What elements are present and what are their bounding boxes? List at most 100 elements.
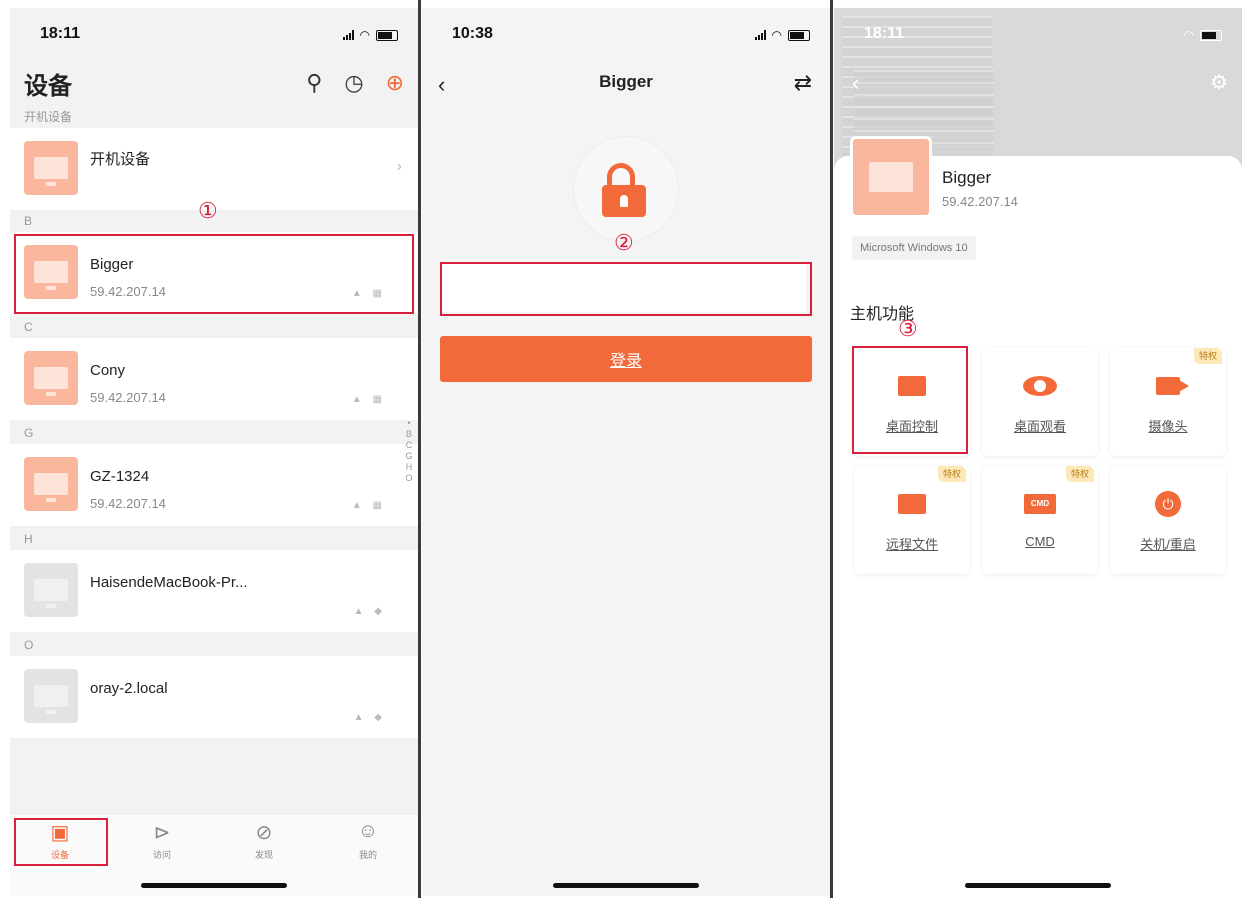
function-label: CMD	[1025, 534, 1055, 549]
header-actions: ⚲ ◷ ⊕	[306, 70, 404, 96]
profile-icon: ☺	[357, 820, 379, 842]
back-icon[interactable]: ‹	[852, 70, 859, 96]
home-indicator	[141, 883, 287, 888]
tab-visit[interactable]: ⊳ 访问	[132, 820, 192, 861]
function-label: 远程文件	[885, 537, 938, 552]
settings-icon[interactable]: ⚙	[1210, 70, 1228, 95]
function-label: 关机/重启	[1140, 537, 1196, 552]
device-name: GZ-1324	[90, 468, 150, 485]
tab-discover[interactable]: ⊘ 发现	[234, 820, 294, 861]
devices-screen: 18:11 ◠ 设备 ⚲ ◷ ⊕ 开机设备 开机设备 › B Bigger 59…	[10, 8, 418, 896]
add-icon[interactable]: ⊕	[386, 70, 404, 96]
folder-icon	[894, 490, 930, 518]
tab-bar: ▣ 设备 ⊳ 访问 ⊘ 发现 ☺ 我的	[10, 813, 418, 896]
camera-icon	[1150, 372, 1189, 400]
status-time: 18:11	[864, 25, 905, 42]
function-label: 桌面观看	[1013, 419, 1066, 434]
windows-icon: ▲ ▦	[351, 500, 386, 511]
privilege-badge: 特权	[1065, 466, 1094, 482]
alpha-dot[interactable]: •	[404, 418, 414, 429]
alpha-c[interactable]: C	[404, 440, 414, 451]
monitor-icon	[24, 563, 78, 617]
keyhole-icon	[620, 195, 628, 207]
section-label-boot: 开机设备	[10, 106, 418, 128]
compass-icon: ⊘	[255, 822, 273, 844]
tab-label: 发现	[254, 850, 273, 860]
alphabet-index[interactable]: • B C G H O	[404, 418, 414, 484]
function-remote-files[interactable]: 特权 远程文件	[854, 466, 970, 574]
function-desktop-view[interactable]: 桌面观看	[982, 348, 1098, 456]
section-letter: O	[10, 634, 418, 656]
tab-label: 我的	[358, 850, 377, 860]
signal-icon	[754, 30, 766, 40]
battery-icon	[1200, 29, 1222, 41]
device-ip: 59.42.207.14	[90, 390, 166, 405]
section-letter: C	[10, 316, 418, 338]
status-bar: 18:11 ◠	[10, 8, 418, 60]
device-name: Cony	[90, 362, 126, 379]
login-screen: 10:38 ◠ ‹ Bigger ⇄ ② 登录	[422, 8, 830, 896]
divider	[418, 0, 421, 898]
function-power[interactable]: ⏻ 关机/重启	[1110, 466, 1226, 574]
step-marker-1: ①	[198, 198, 218, 223]
device-name: HaisendeMacBook-Pr...	[90, 574, 248, 591]
highlight-box-3	[852, 346, 968, 454]
device-name: Bigger	[942, 168, 992, 187]
history-icon[interactable]: ◷	[344, 70, 363, 96]
status-bar: 18:11 ◠	[834, 8, 1242, 60]
highlight-box-tab	[14, 818, 108, 866]
apple-icon: ▲ ◆	[353, 712, 386, 723]
status-icons: ◠	[754, 28, 810, 42]
power-device-thumb	[24, 141, 78, 195]
signal-icon	[342, 30, 354, 40]
alpha-g[interactable]: G	[404, 451, 414, 462]
function-cmd[interactable]: 特权 CMD CMD	[982, 466, 1098, 574]
alpha-h[interactable]: H	[404, 462, 414, 473]
highlight-box-1	[14, 234, 414, 314]
wifi-icon: ◠	[1183, 28, 1194, 42]
device-item-gz-1324[interactable]: GZ-1324 59.42.207.14 ▲ ▦	[10, 444, 418, 526]
status-icons: ◠	[342, 28, 398, 42]
boot-item-label: 开机设备	[90, 151, 151, 168]
battery-icon	[376, 29, 398, 41]
device-ip: 59.42.207.14	[942, 194, 1018, 209]
swap-icon[interactable]: ⇄	[794, 70, 812, 96]
device-item-cony[interactable]: Cony 59.42.207.14 ▲ ▦	[10, 338, 418, 420]
divider	[830, 0, 833, 898]
step-marker-3: ③	[898, 316, 918, 341]
section-letter: H	[10, 528, 418, 550]
status-time: 10:38	[452, 25, 493, 42]
tab-profile[interactable]: ☺ 我的	[338, 820, 398, 861]
power-icon: ⏻	[1150, 490, 1186, 518]
device-name: oray-2.local	[90, 680, 168, 697]
step-marker-2: ②	[614, 230, 634, 255]
os-badge: Microsoft Windows 10	[852, 236, 976, 260]
page-title: Bigger	[599, 72, 653, 91]
device-ip: 59.42.207.14	[90, 496, 166, 511]
wifi-icon: ◠	[359, 28, 370, 42]
privilege-badge: 特权	[937, 466, 966, 482]
function-label: 摄像头	[1148, 419, 1188, 434]
cmd-icon: CMD	[1022, 490, 1058, 518]
tab-label: 访问	[152, 850, 171, 860]
status-icons: ◠	[1184, 28, 1222, 42]
function-camera[interactable]: 特权 摄像头	[1110, 348, 1226, 456]
highlight-box-2	[440, 262, 812, 316]
chevron-right-icon: ›	[396, 158, 402, 175]
device-item-macbook[interactable]: HaisendeMacBook-Pr... ▲ ◆	[10, 550, 418, 632]
login-button[interactable]: 登录	[440, 336, 812, 382]
alpha-o[interactable]: O	[404, 473, 414, 484]
status-time: 18:11	[40, 25, 81, 42]
apple-icon: ▲ ◆	[353, 606, 386, 617]
alpha-b[interactable]: B	[404, 429, 414, 440]
monitor-icon	[24, 351, 78, 405]
wifi-icon: ◠	[771, 28, 782, 42]
home-indicator	[553, 883, 699, 888]
battery-icon	[788, 29, 810, 41]
windows-icon: ▲ ▦	[351, 394, 386, 405]
section-letter: G	[10, 422, 418, 444]
device-item-oray[interactable]: oray-2.local ▲ ◆	[10, 656, 418, 738]
monitor-icon	[850, 136, 932, 218]
search-icon[interactable]: ⚲	[306, 70, 322, 96]
page-title: 设备	[24, 73, 72, 100]
